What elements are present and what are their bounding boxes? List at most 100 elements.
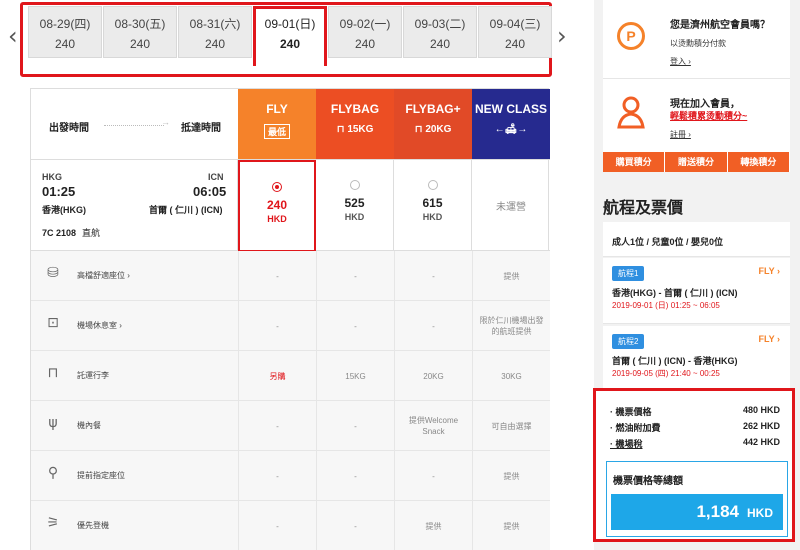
date-label: 09-04(三) [489,17,541,31]
leg-fare-link[interactable]: FLY › [758,334,780,344]
leg-fare-link[interactable]: FLY › [758,266,780,276]
date-label: 08-29(四) [39,17,91,31]
seat-arrows-icon: ←🛋→ [494,124,528,135]
date-price: 240 [279,37,301,51]
benefit-value: - [238,251,316,301]
points-icon: P [617,22,645,50]
benefit-value: 30KG [472,351,550,401]
benefit-label: 提前指定座位 [77,471,125,480]
benefit-value: - [316,401,394,451]
date-tab[interactable]: 08-31(六) 240 [178,6,252,58]
chevron-left-icon: ‹ [8,22,18,50]
fare-table: 出發時間 抵達時間 FLY 最低 FLYBAG ⊓ 15KG FLYBAG+ ⊓ 20… [30,88,550,550]
benefit-value: - [394,301,472,351]
fare-option-new-class: 未運營 [472,160,550,252]
convert-points-button[interactable]: 轉換積分 [727,152,789,172]
benefit-rows: ⛁ 高檔舒適座位 › - - - 提供 ⊡ 機場休息室 › - - - 限於仁川… [31,251,550,550]
member-login-section: P 您是濟州航空會員嗎？ 以烫勳積分付款 登入 › [603,0,790,72]
arrival-airport: 首爾 ( 仁川 ) (ICN) [149,205,223,215]
member-login-desc: 以烫勳積分付款 [670,39,726,48]
benefit-value: 提供 [472,501,550,550]
date-tab[interactable]: 09-02(一) 240 [328,6,402,58]
login-link[interactable]: 登入 › [670,56,691,67]
benefit-label: 優先登機 [77,521,109,530]
benefit-value: - [316,501,394,550]
lowest-badge: 最低 [263,124,290,139]
airport-tax-link[interactable]: · 機場稅 [610,437,643,450]
benefit-value: - [238,301,316,351]
arrow-divider [104,117,170,127]
benefit-value: - [238,401,316,451]
prev-dates-button[interactable]: ‹ [8,22,18,50]
member-panel: P 您是濟州航空會員嗎？ 以烫勳積分付款 登入 › 現在加入會員， 輕鬆積累烫勳… [603,0,790,172]
benefit-label[interactable]: 機場休息室 › [77,320,122,331]
next-dates-button[interactable]: › [557,22,567,50]
member-join-section: 現在加入會員， 輕鬆積累烫勳積分~ 註冊 › [603,78,790,150]
departure-time: 01:25 [42,184,76,199]
leg-card: 航程1 FLY › 香港(HKG) - 首爾 ( 仁川 ) (ICN) 2019… [603,258,790,324]
flight-number: 7C 2108 [42,228,77,238]
total-currency: HKD [747,506,773,520]
benefit-row: ⚞ 優先登機 - - 提供 提供 [31,501,550,550]
benefit-value: 提供 [472,251,550,301]
date-tab[interactable]: 08-29(四) 240 [28,6,102,58]
member-login-title: 您是濟州航空會員嗎？ [670,20,770,31]
person-icon [617,96,645,129]
fare-price: 615 [422,196,443,210]
radio[interactable] [427,180,438,190]
date-price: 240 [54,37,76,51]
leg-badge: 航程2 [612,334,645,349]
member-join-title: 現在加入會員， [670,99,740,110]
date-label: 08-30(五) [114,17,166,31]
flight-info: HKG ICN 01:25 06:05 香港(HKG) 首爾 ( 仁川 ) (I… [31,160,238,252]
date-tab[interactable]: 09-03(二) 240 [403,6,477,58]
points-buttons: 購買積分 贈送積分 轉換積分 [603,152,790,172]
date-price: 240 [429,37,451,51]
not-operated-label: 未運營 [496,202,526,213]
gift-points-button[interactable]: 贈送積分 [665,152,727,172]
benefit-value: - [394,451,472,501]
benefit-label: 機內餐 [77,421,101,430]
date-price: 240 [354,37,376,51]
departure-airport: 香港(HKG) [42,205,86,215]
benefit-value: 提供 [394,501,472,550]
benefit-value: 提供 [472,451,550,501]
benefit-value: - [394,251,472,301]
fare-header-flybag-plus: FLYBAG+ ⊓ 20KG [394,89,472,159]
fare-option-flybag[interactable]: 525 HKD [316,160,394,252]
breakdown-value: 480 HKD [742,405,780,415]
fare-name: FLYBAG [330,102,380,116]
breakdown-value: 442 HKD [742,437,780,447]
fare-sub: 15KG [347,124,374,135]
benefit-row: ψ 機內餐 - - 提供Welcome Snack 可自由選擇 [31,401,550,451]
date-label: 09-02(一) [339,17,391,31]
register-link[interactable]: 註冊 › [670,129,691,140]
arrival-time: 06:05 [193,184,227,199]
member-join-desc: 輕鬆積累烫勳積分~ [670,111,748,121]
date-tab[interactable]: 09-04(三) 240 [478,6,552,58]
total-amount-bar: 1,184 HKD [611,494,783,530]
benefit-label[interactable]: 高檔舒適座位 › [77,270,130,281]
fare-header-fly: FLY 最低 [238,89,316,159]
fare-sub: 20KG [425,124,452,135]
leg-route: 香港(HKG) - 首爾 ( 仁川 ) (ICN) [612,288,738,298]
fare-option-fly[interactable]: 240 HKD [238,160,316,252]
date-tab-selected[interactable]: 09-01(日) 240 [253,6,327,66]
benefit-row: ⊓ 託運行李 另購 15KG 20KG 30KG [31,351,550,401]
date-tab[interactable]: 08-30(五) 240 [103,6,177,58]
leg-badge: 航程1 [612,266,645,281]
page: ‹ 08-29(四) 240 08-30(五) 240 08-31(六) 240 09… [0,0,800,550]
benefit-value: - [238,451,316,501]
flight-row: HKG ICN 01:25 06:05 香港(HKG) 首爾 ( 仁川 ) (I… [31,159,550,252]
benefit-row: ⚲ 提前指定座位 - - - 提供 [31,451,550,501]
buy-points-button[interactable]: 購買積分 [603,152,665,172]
radio[interactable] [349,180,360,190]
date-label: 08-31(六) [189,17,241,31]
radio-selected[interactable] [272,182,282,192]
fare-name: FLY [266,102,288,116]
total-label: 機票價格等總額 [613,476,683,487]
fare-option-flybag-plus[interactable]: 615 HKD [394,160,472,252]
baggage-icon: ⊓ [47,365,59,381]
benefit-value: 提供Welcome Snack [394,401,472,451]
meal-icon: ψ [48,415,58,431]
